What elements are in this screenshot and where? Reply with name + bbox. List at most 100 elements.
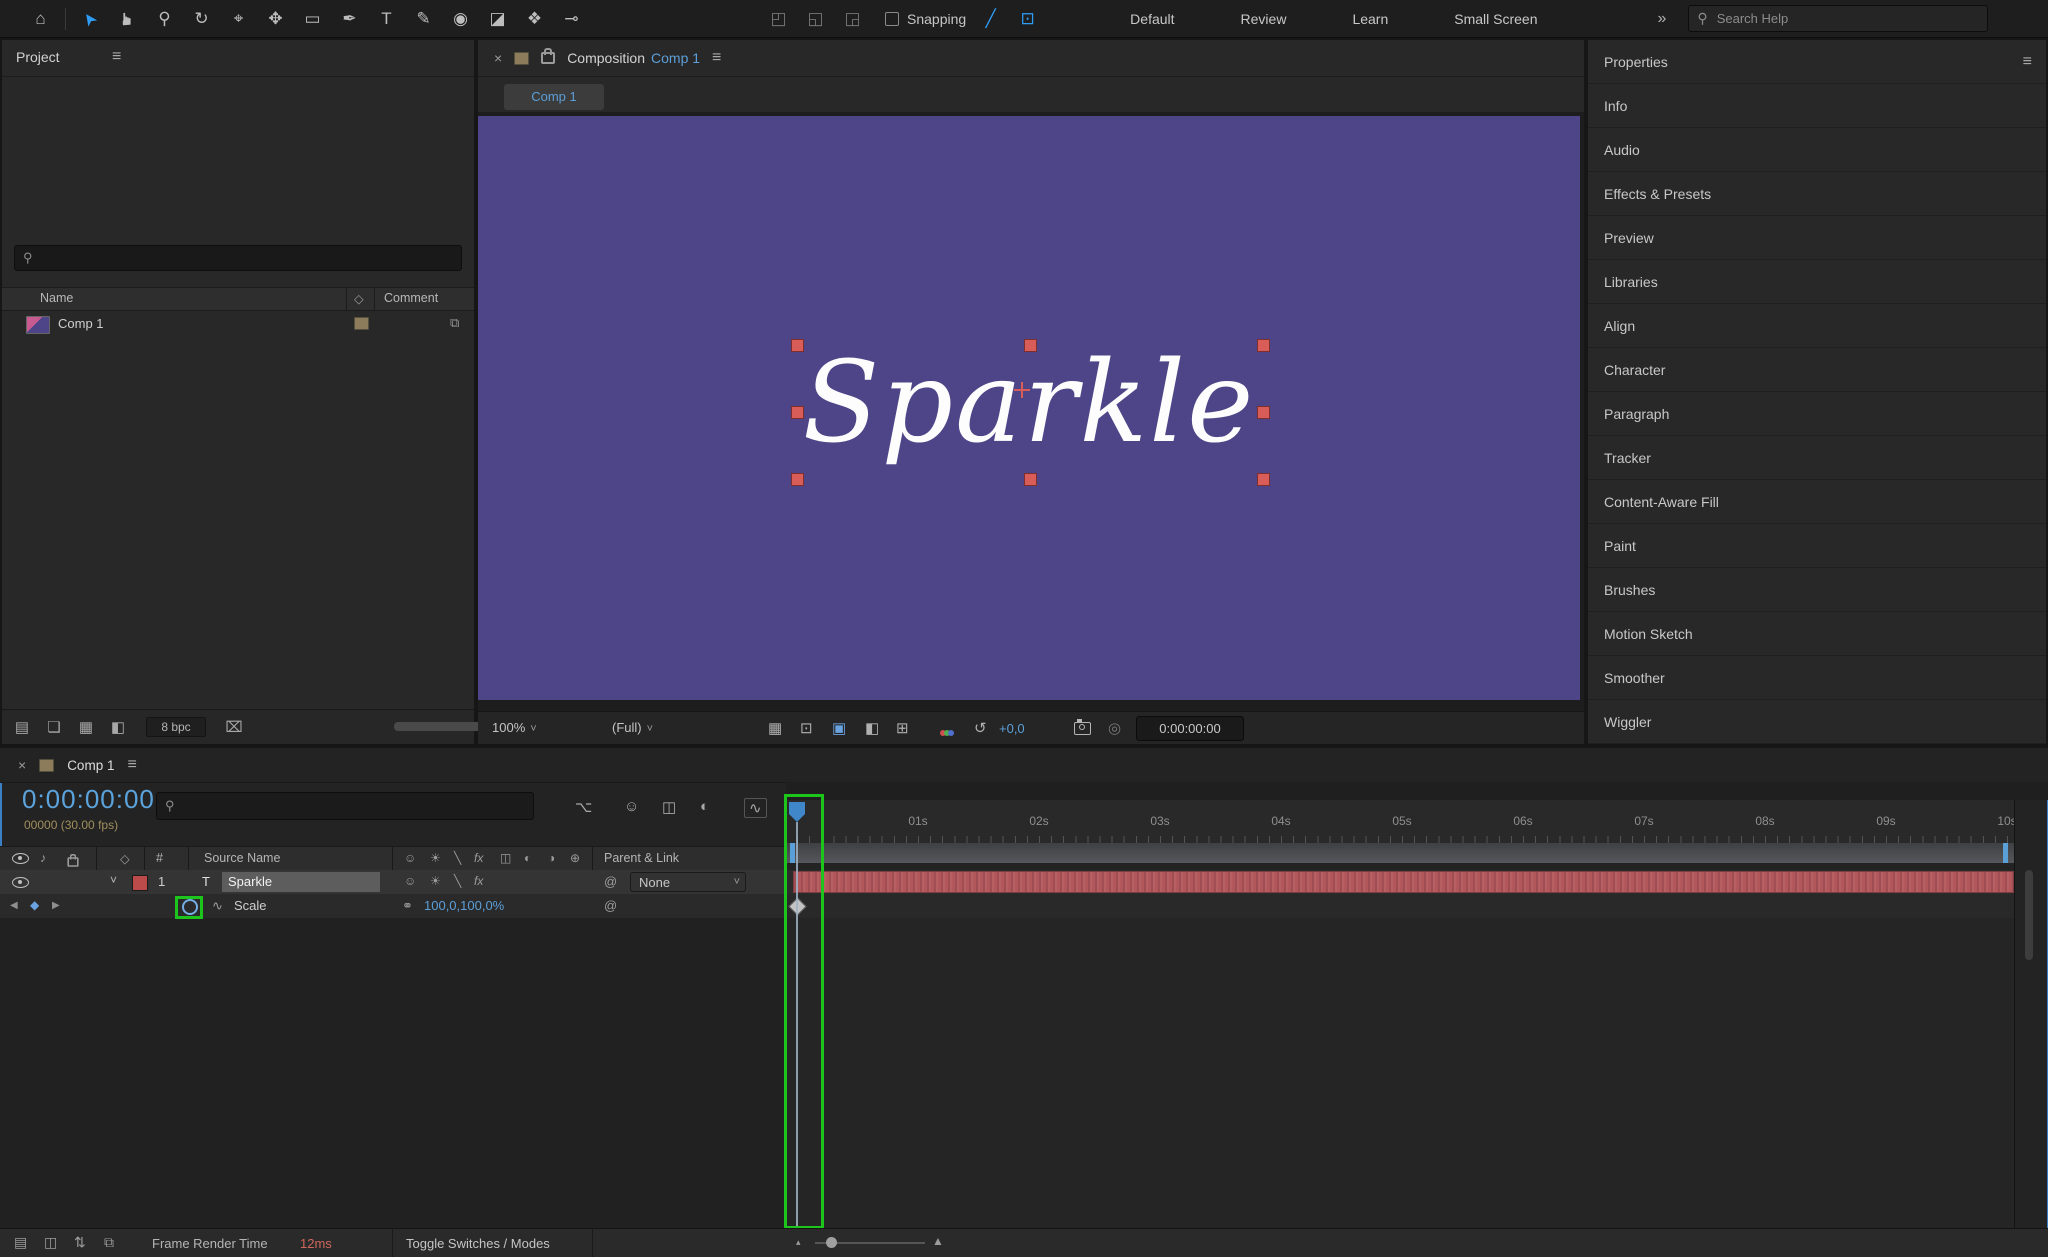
toggle-switches-modes-button[interactable]: Toggle Switches / Modes [406,1236,550,1251]
selection-handle[interactable] [1257,406,1270,419]
exposure-value[interactable]: +0,0 [999,721,1025,736]
expand-transfer-controls-icon[interactable]: ◫ [44,1234,57,1251]
color-depth-button[interactable]: 8 bpc [146,717,206,737]
trash-icon[interactable]: ⌧ [218,718,250,736]
project-tab[interactable]: Project [16,49,60,65]
layer-collapse-switch-icon[interactable]: ☀ [430,874,441,888]
viewer-tab-comp1[interactable]: Comp 1 [504,84,604,110]
current-timecode[interactable]: 0:00:00:00 [22,784,155,815]
column-comment[interactable]: Comment [384,291,438,305]
snapshot-camera-icon[interactable] [1074,722,1091,735]
scale-property-label[interactable]: Scale [234,898,267,913]
label-color-swatch[interactable] [354,317,369,330]
selection-handle[interactable] [791,473,804,486]
timeline-search-box[interactable]: ⚲ [156,792,534,820]
hand-tool-icon[interactable]: ☛ [109,0,146,38]
new-folder-icon[interactable]: ❏ [38,718,70,736]
preview-timecode[interactable]: 0:00:00:00 [1136,716,1244,741]
column-hash[interactable]: # [156,851,163,865]
composition-canvas[interactable]: Sparkle [478,116,1580,700]
selection-handle[interactable] [1024,473,1037,486]
frame-blending-icon[interactable]: ◫ [662,798,676,816]
project-item-row[interactable]: Comp 1 ⧉ [2,311,474,337]
panel-tab-character[interactable]: Character [1588,348,2046,392]
column-source-name[interactable]: Source Name [204,851,280,865]
home-icon[interactable]: ⌂ [22,0,59,38]
panel-tab-tracker[interactable]: Tracker [1588,436,2046,480]
panel-tab-paint[interactable]: Paint [1588,524,2046,568]
selection-handle[interactable] [791,339,804,352]
rotate-tool-icon[interactable]: ↻ [183,0,220,38]
timeline-panel-menu-icon[interactable]: ≡ [127,756,136,774]
parent-pick-whip-icon[interactable]: @ [604,874,617,889]
show-snapshot-icon[interactable]: ◎ [1108,719,1121,737]
workspace-tab-default[interactable]: Default [1130,11,1174,27]
roto-brush-tool-icon[interactable]: ❖ [516,0,553,38]
layer-expand-chevron-icon[interactable]: ˅ [110,873,117,887]
column-label-tag-icon[interactable]: ◇ [354,291,364,306]
panel-tab-audio[interactable]: Audio [1588,128,2046,172]
quality-switch-icon[interactable]: ╲ [454,851,461,865]
layer-eye-icon[interactable] [12,877,29,888]
composition-tab-comp-name[interactable]: Comp 1 [651,50,700,66]
column-name[interactable]: Name [40,291,73,305]
motion-blur-icon[interactable]: ◐ [700,798,709,815]
layer-quality-switch-icon[interactable]: ╲ [454,874,461,888]
lock-icon[interactable] [541,52,555,64]
scale-value[interactable]: 100,0,100,0% [424,898,504,913]
guides-icon[interactable]: ◧ [865,719,879,737]
timeline-search-input[interactable] [175,798,525,815]
canvas-text-layer[interactable]: Sparkle [478,338,1580,468]
panel-tab-info[interactable]: Info [1588,84,2046,128]
property-pick-whip-icon[interactable]: @ [604,898,617,913]
graph-toggle-icon[interactable]: ∿ [212,898,223,914]
mini-flowchart-icon[interactable]: ⌥ [575,798,592,816]
selection-tool-icon[interactable]: ➤ [72,0,109,38]
snap-to-features-icon[interactable]: ⊡ [1009,0,1046,38]
panel-tab-smoother[interactable]: Smoother [1588,656,2046,700]
threed-switch-icon[interactable]: ⊕ [570,851,580,865]
project-panel-menu-icon[interactable]: ≡ [112,48,121,66]
motion-blur-switch-icon[interactable]: ◐ [524,851,531,865]
snapping-checkbox[interactable] [885,12,899,26]
zoom-tool-icon[interactable]: ⚲ [146,0,183,38]
resolution-dropdown[interactable]: (Full)˅ [612,720,653,735]
workspace-tab-review[interactable]: Review [1241,11,1287,27]
reset-exposure-icon[interactable]: ↺ [974,719,987,737]
panel-tab-brushes[interactable]: Brushes [1588,568,2046,612]
panel-tab-motion-sketch[interactable]: Motion Sketch [1588,612,2046,656]
graph-editor-icon[interactable]: ∿ [744,798,767,818]
expand-in-out-icon[interactable]: ⇅ [74,1234,86,1251]
new-composition-icon[interactable]: ▦ [70,718,102,736]
layer-name[interactable]: Sparkle [222,872,380,892]
frame-blend-switch-icon[interactable]: ◫ [500,851,511,865]
panel-tab-content-aware-fill[interactable]: Content-Aware Fill [1588,480,2046,524]
parent-dropdown[interactable]: None ˅ [630,872,746,892]
video-column-eye-icon[interactable] [12,853,29,864]
selection-handle[interactable] [1257,339,1270,352]
pan-behind-tool-icon[interactable]: ✥ [257,0,294,38]
close-icon[interactable]: × [494,50,502,66]
axis-mode-view-icon[interactable]: ◲ [834,0,871,38]
expand-layer-switches-icon[interactable]: ▤ [14,1234,27,1251]
project-item-name[interactable]: Comp 1 [58,316,104,331]
project-search-box[interactable]: ⚲ [14,245,462,271]
brush-tool-icon[interactable]: ✎ [405,0,442,38]
panel-tab-wiggler[interactable]: Wiggler [1588,700,2046,744]
constrain-link-icon[interactable]: ⚭ [402,898,413,914]
adjustment-switch-icon[interactable]: ◑ [548,851,555,865]
layer-row-sparkle[interactable]: ˅ 1 T Sparkle ☺ ☀ ╲ fx @ None ˅ [0,870,786,895]
keyframe-nav-right-icon[interactable]: ▶ [52,900,60,911]
axis-mode-local-icon[interactable]: ◰ [760,0,797,38]
layer-duration-bar[interactable] [793,871,2014,893]
work-area-end-handle[interactable] [2003,843,2008,863]
keyframe-nav-diamond-icon[interactable]: ◆ [30,898,39,912]
zoom-out-mountain-icon[interactable]: ▴ [796,1237,801,1248]
pen-tool-icon[interactable]: ✒ [331,0,368,38]
expand-render-pane-icon[interactable]: ⧉ [104,1234,114,1251]
camera-tool-icon[interactable]: ⌖ [220,0,257,38]
shy-switch-icon[interactable]: ☺ [404,851,416,865]
vertical-scrollbar[interactable] [2025,870,2033,960]
time-ruler[interactable]: 01s 02s 03s 04s 05s 06s 07s 08s 09s 10s [786,800,2014,844]
selection-handle[interactable] [1024,339,1037,352]
